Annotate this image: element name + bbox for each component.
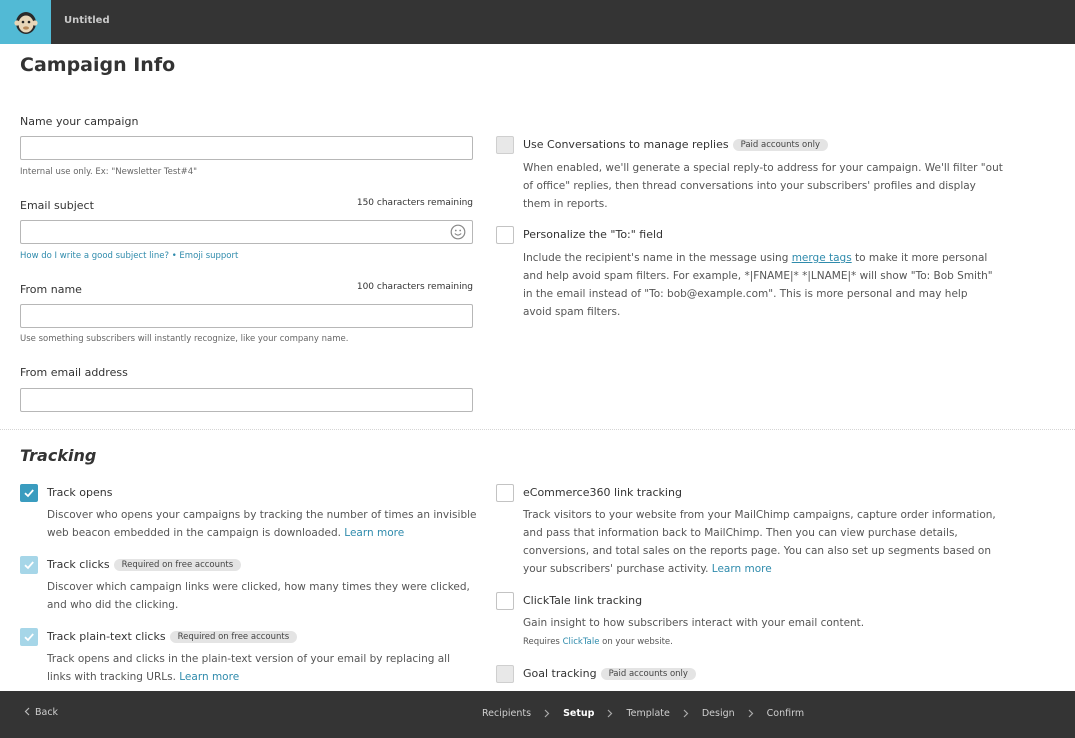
checkmark-icon: [24, 489, 34, 498]
campaign-title[interactable]: Untitled: [64, 15, 110, 26]
track-clicks-checkbox[interactable]: [20, 556, 38, 574]
top-bar: Untitled: [0, 0, 1075, 44]
ecommerce360-checkbox[interactable]: [496, 484, 514, 502]
subject-char-counter: 150 characters remaining: [356, 198, 473, 208]
checkmark-icon: [24, 633, 34, 642]
clicktale-req-text: on your website.: [599, 637, 673, 647]
email-subject-input[interactable]: [20, 220, 473, 244]
conversations-description: When enabled, we'll generate a special r…: [523, 162, 1003, 210]
step-setup[interactable]: Setup: [563, 708, 594, 719]
merge-tags-link[interactable]: merge tags: [792, 252, 852, 264]
chevron-right-icon: [683, 709, 689, 718]
chevron-right-icon: [544, 709, 550, 718]
track-plaintext-description: Track opens and clicks in the plain-text…: [47, 650, 477, 686]
from-name-input[interactable]: [20, 304, 473, 328]
track-plaintext-option: Track plain-text clicks Required on free …: [47, 630, 298, 643]
from-name-help: Use something subscribers will instantly…: [20, 334, 349, 344]
ecommerce360-title: eCommerce360 link tracking: [523, 486, 682, 499]
personalize-to-description: Include the recipient's name in the mess…: [523, 249, 998, 321]
from-name-char-counter: 100 characters remaining: [356, 282, 473, 292]
track-opens-title: Track opens: [47, 486, 113, 499]
footer-nav: Back Recipients Setup Template Design Co…: [0, 691, 1075, 738]
paid-accounts-badge: Paid accounts only: [732, 139, 828, 151]
chevron-right-icon: [608, 709, 613, 718]
checkmark-icon: [24, 561, 34, 570]
goal-tracking-checkbox[interactable]: [496, 665, 514, 683]
personalize-to-checkbox[interactable]: [496, 226, 514, 244]
paid-accounts-badge: Paid accounts only: [600, 668, 696, 680]
conversations-checkbox[interactable]: [496, 136, 514, 154]
track-opens-learn-more-link[interactable]: Learn more: [344, 527, 404, 539]
goal-tracking-title: Goal tracking: [523, 667, 597, 680]
chevron-right-icon: [748, 709, 754, 718]
page-title: Campaign Info: [20, 54, 176, 76]
track-plaintext-checkbox[interactable]: [20, 628, 38, 646]
from-email-input[interactable]: [20, 388, 473, 412]
track-opens-checkbox[interactable]: [20, 484, 38, 502]
section-divider: [0, 429, 1075, 430]
clicktale-description: Gain insight to how subscribers interact…: [523, 617, 865, 629]
clicktale-title: ClickTale link tracking: [523, 594, 643, 607]
wizard-steps: Recipients Setup Template Design Confirm: [482, 708, 804, 719]
track-opens-description: Discover who opens your campaigns by tra…: [47, 506, 477, 542]
campaign-name-input[interactable]: [20, 136, 473, 160]
mailchimp-logo-icon[interactable]: [0, 0, 51, 44]
tracking-section-title: Tracking: [20, 446, 97, 465]
track-clicks-option: Track clicks Required on free accounts: [47, 558, 242, 571]
track-clicks-description: Discover which campaign links were click…: [47, 581, 470, 611]
step-template[interactable]: Template: [626, 708, 669, 719]
back-button[interactable]: Back: [24, 707, 58, 718]
emoji-support-link[interactable]: Emoji support: [179, 251, 238, 261]
goal-tracking-option: Goal tracking Paid accounts only: [523, 667, 696, 680]
required-free-badge: Required on free accounts: [169, 631, 298, 643]
ecommerce360-description: Track visitors to your website from your…: [523, 506, 1003, 578]
track-opens-desc-text: Discover who opens your campaigns by tra…: [47, 509, 477, 539]
step-recipients[interactable]: Recipients: [482, 708, 531, 719]
track-plaintext-learn-more-link[interactable]: Learn more: [179, 671, 239, 683]
chevron-left-icon: [24, 707, 30, 716]
clicktale-link[interactable]: ClickTale: [563, 637, 600, 647]
ecommerce360-learn-more-link[interactable]: Learn more: [712, 563, 772, 575]
step-design[interactable]: Design: [702, 708, 735, 719]
personalize-desc-part: Include the recipient's name in the mess…: [523, 252, 792, 264]
from-email-label: From email address: [20, 366, 128, 379]
clicktale-req-text: Requires: [523, 637, 563, 647]
conversations-title: Use Conversations to manage replies: [523, 138, 729, 151]
subject-line-help-link[interactable]: How do I write a good subject line?: [20, 251, 169, 261]
track-plaintext-title: Track plain-text clicks: [47, 630, 166, 643]
track-clicks-title: Track clicks: [47, 558, 110, 571]
track-plaintext-desc-text: Track opens and clicks in the plain-text…: [47, 653, 450, 683]
clicktale-checkbox[interactable]: [496, 592, 514, 610]
email-subject-label: Email subject: [20, 199, 94, 212]
back-label: Back: [35, 707, 59, 718]
personalize-to-title: Personalize the "To:" field: [523, 228, 664, 241]
campaign-name-help: Internal use only. Ex: "Newsletter Test#…: [20, 167, 198, 177]
from-name-label: From name: [20, 283, 82, 296]
conversations-option: Use Conversations to manage replies Paid …: [523, 138, 828, 151]
help-separator: •: [169, 251, 180, 261]
required-free-badge: Required on free accounts: [113, 559, 242, 571]
campaign-name-label: Name your campaign: [20, 115, 139, 128]
step-confirm[interactable]: Confirm: [767, 708, 804, 719]
subject-help-links: How do I write a good subject line? • Em…: [20, 251, 238, 261]
clicktale-requirement: Requires ClickTale on your website.: [523, 637, 673, 647]
smiley-icon[interactable]: [450, 224, 466, 240]
